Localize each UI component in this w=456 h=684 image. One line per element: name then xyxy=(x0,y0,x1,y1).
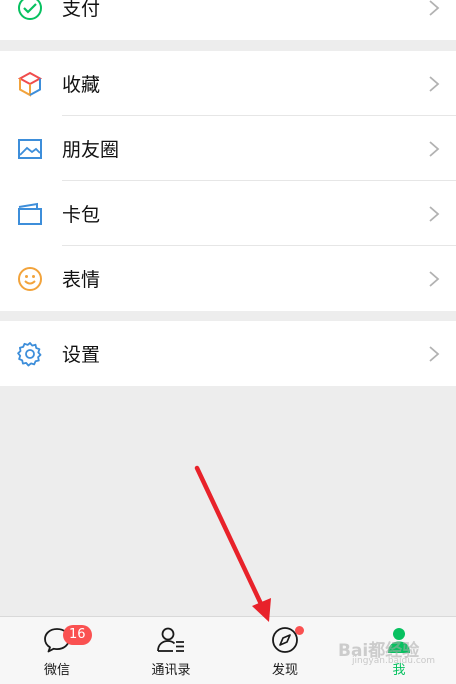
chevron-right-icon xyxy=(428,345,440,363)
menu-item-moments[interactable]: 朋友圈 xyxy=(0,116,456,181)
tab-discover[interactable]: 发现 xyxy=(228,617,342,684)
gear-icon xyxy=(17,341,43,367)
cube-icon xyxy=(17,71,43,97)
menu-item-label: 表情 xyxy=(62,269,101,291)
menu-item-pay[interactable]: 支付 xyxy=(0,0,456,40)
chevron-right-icon xyxy=(428,140,440,158)
pay-check-icon xyxy=(17,0,43,21)
menu-item-favorites[interactable]: 收藏 xyxy=(0,51,456,116)
menu-item-settings[interactable]: 设置 xyxy=(0,321,456,386)
chevron-right-icon xyxy=(428,205,440,223)
contacts-icon xyxy=(156,625,186,655)
wallet-icon xyxy=(17,201,43,227)
chevron-right-icon xyxy=(428,270,440,288)
tab-label: 发现 xyxy=(271,663,298,678)
chevron-right-icon xyxy=(428,75,440,93)
tab-label: 微信 xyxy=(43,663,70,678)
menu-item-label: 朋友圈 xyxy=(62,139,120,161)
chevron-right-icon xyxy=(428,0,440,17)
picture-icon xyxy=(17,136,43,162)
watermark-url: jingyan.baidu.com xyxy=(352,656,436,666)
tab-chats[interactable]: 16 微信 xyxy=(0,617,114,684)
menu-item-cards[interactable]: 卡包 xyxy=(0,181,456,246)
menu-item-label: 收藏 xyxy=(62,74,101,96)
menu-item-label: 支付 xyxy=(62,0,101,20)
tab-label: 通讯录 xyxy=(151,663,191,678)
tab-contacts[interactable]: 通讯录 xyxy=(114,617,228,684)
menu-item-stickers[interactable]: 表情 xyxy=(0,246,456,311)
new-content-dot xyxy=(295,626,304,635)
unread-badge: 16 xyxy=(63,625,92,645)
menu-item-label: 设置 xyxy=(62,344,101,366)
smiley-icon xyxy=(17,266,43,292)
menu-item-label: 卡包 xyxy=(62,204,101,226)
